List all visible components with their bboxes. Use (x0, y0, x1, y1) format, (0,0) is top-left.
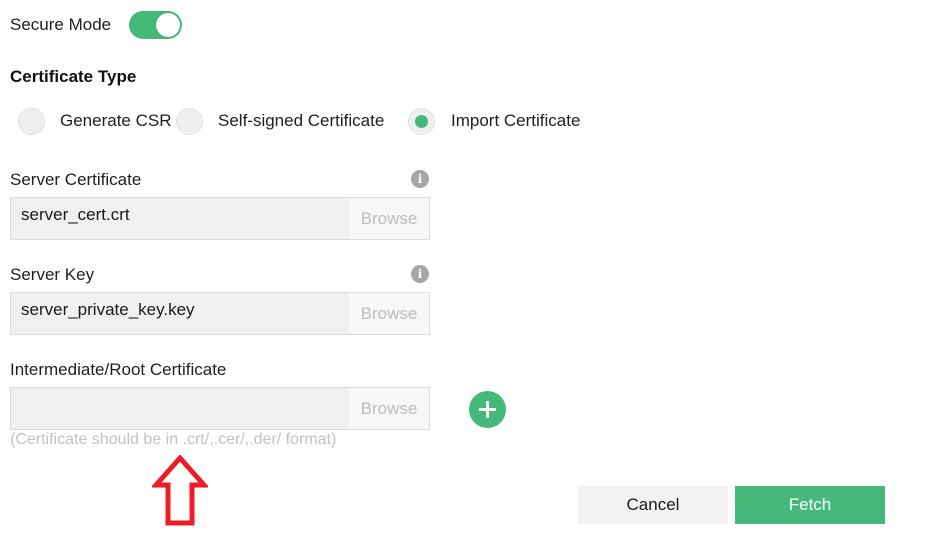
server-key-browse-button[interactable]: Browse (349, 293, 429, 334)
radio-label-generate-csr[interactable]: Generate CSR (60, 111, 172, 131)
format-hint: (Certificate should be in .crt/,.cer/,.d… (10, 431, 337, 448)
server-certificate-browse-button[interactable]: Browse (349, 198, 429, 239)
certificate-type-heading: Certificate Type (10, 67, 137, 86)
radio-selected-dot (415, 115, 428, 128)
server-key-label: Server Key (10, 265, 95, 284)
server-certificate-label: Server Certificate (10, 170, 142, 189)
add-certificate-button[interactable] (469, 391, 506, 428)
cancel-button[interactable]: Cancel (578, 486, 728, 524)
radio-label-self-signed[interactable]: Self-signed Certificate (218, 111, 384, 131)
radio-import-certificate[interactable] (408, 108, 435, 135)
intermediate-root-label: Intermediate/Root Certificate (10, 360, 227, 379)
toggle-knob (156, 13, 180, 37)
info-icon[interactable]: i (411, 170, 429, 188)
radio-label-import-certificate[interactable]: Import Certificate (451, 111, 580, 131)
fetch-button[interactable]: Fetch (735, 486, 885, 524)
secure-mode-label: Secure Mode (10, 15, 112, 34)
annotation-arrow-icon (152, 455, 208, 526)
server-certificate-field[interactable]: server_cert.crt Browse (10, 197, 430, 240)
info-icon[interactable]: i (411, 265, 429, 283)
server-key-field[interactable]: server_private_key.key Browse (10, 292, 430, 335)
server-key-value: server_private_key.key (21, 300, 195, 319)
radio-self-signed[interactable] (176, 108, 203, 135)
intermediate-root-browse-button[interactable]: Browse (349, 388, 429, 429)
radio-generate-csr[interactable] (18, 108, 45, 135)
secure-mode-toggle[interactable] (129, 11, 182, 39)
intermediate-root-field[interactable]: Browse (10, 387, 430, 430)
server-certificate-value: server_cert.crt (21, 205, 130, 224)
